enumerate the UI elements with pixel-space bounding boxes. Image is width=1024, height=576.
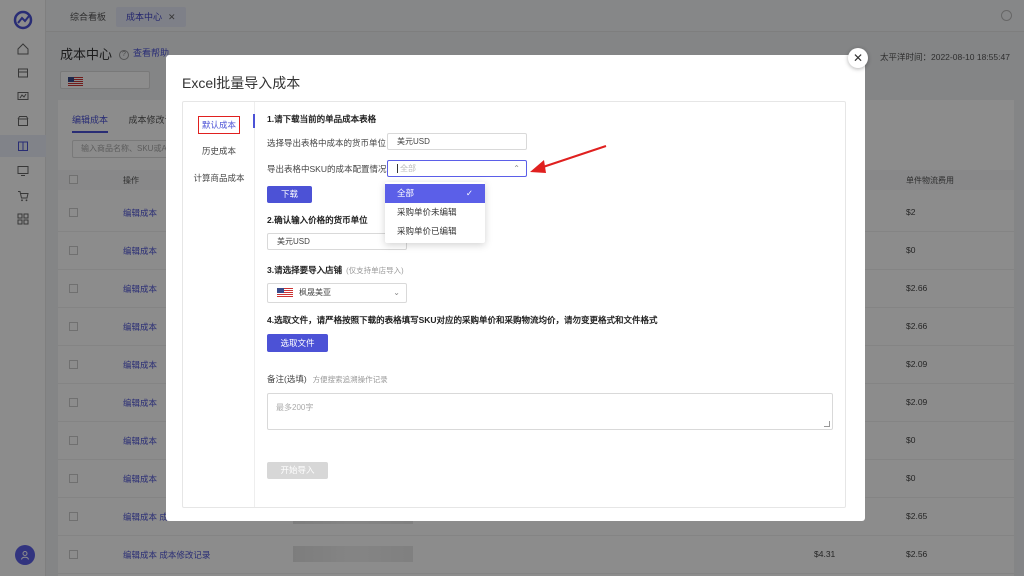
step4-title: 4.选取文件，请严格按照下载的表格填写SKU对应的采购单价和采购物流均价，请勿变…	[267, 315, 658, 325]
remark-label: 备注(选填) 方便搜索追溯操作记录	[267, 373, 388, 385]
currency-label: 选择导出表格中成本的货币单位	[267, 138, 387, 148]
download-button[interactable]: 下载	[267, 186, 312, 203]
remark-placeholder: 最多200字	[276, 403, 314, 412]
step3-title: 3.请选择要导入店铺 (仅支持单店导入)	[267, 264, 404, 276]
step1-title: 1.请下载当前的单品成本表格	[267, 114, 377, 124]
store-select[interactable]: 枫晟美亚 ⌄	[267, 283, 407, 303]
option-all-label: 全部	[397, 188, 415, 198]
currency-select[interactable]: 美元USD	[387, 133, 527, 150]
modal-side-nav: 默认成本 历史成本 计算商品成本	[183, 102, 255, 507]
us-flag-icon	[277, 288, 293, 298]
remark-label-text: 备注(选填)	[267, 374, 307, 384]
side-item-default-cost[interactable]: 默认成本	[183, 116, 255, 134]
dropdown-option-unedited[interactable]: 采购单价未编辑	[385, 203, 485, 222]
modal-title: Excel批量导入成本	[182, 75, 301, 91]
side-item-history-cost[interactable]: 历史成本	[183, 145, 255, 157]
active-indicator	[253, 114, 255, 128]
remark-note: 方便搜索追溯操作记录	[312, 375, 388, 384]
sku-config-select[interactable]: 全部 ⌃	[387, 160, 527, 177]
side-item-default-cost-label: 默认成本	[197, 116, 240, 134]
step2-title: 2.确认输入价格的货币单位	[267, 215, 368, 225]
side-item-calc-cost[interactable]: 计算商品成本	[183, 172, 255, 184]
chevron-down-icon: ⌄	[393, 288, 400, 297]
store-select-value: 枫晟美亚	[299, 288, 331, 297]
chevron-up-icon: ⌃	[513, 164, 520, 173]
sku-config-label: 导出表格中SKU的成本配置情况	[267, 164, 387, 174]
resize-handle-icon[interactable]	[824, 421, 830, 427]
remark-textarea[interactable]: 最多200字	[267, 393, 833, 430]
step3-title-text: 3.请选择要导入店铺	[267, 265, 343, 275]
modal-body: 默认成本 历史成本 计算商品成本 1.请下载当前的单品成本表格 选择导出表格中成…	[182, 101, 846, 508]
start-import-button[interactable]: 开始导入	[267, 462, 328, 479]
red-arrow-annotation-icon	[530, 145, 607, 173]
dropdown-option-edited[interactable]: 采购单价已编辑	[385, 222, 485, 241]
check-icon: ✓	[465, 188, 473, 198]
import-cost-modal: Excel批量导入成本 默认成本 历史成本 计算商品成本 1.请下载当前的单品成…	[166, 55, 865, 521]
choose-file-button[interactable]: 选取文件	[267, 334, 328, 352]
modal-close-button[interactable]: ✕	[848, 48, 868, 68]
sku-config-dropdown: 全部 ✓ 采购单价未编辑 采购单价已编辑	[385, 182, 485, 243]
sku-config-placeholder: 全部	[400, 164, 416, 173]
currency-select-value: 美元USD	[397, 137, 430, 146]
text-caret	[397, 164, 398, 174]
dropdown-option-all[interactable]: 全部 ✓	[385, 184, 485, 203]
step3-note: (仅支持单店导入)	[346, 266, 404, 275]
input-currency-value: 美元USD	[277, 237, 310, 246]
